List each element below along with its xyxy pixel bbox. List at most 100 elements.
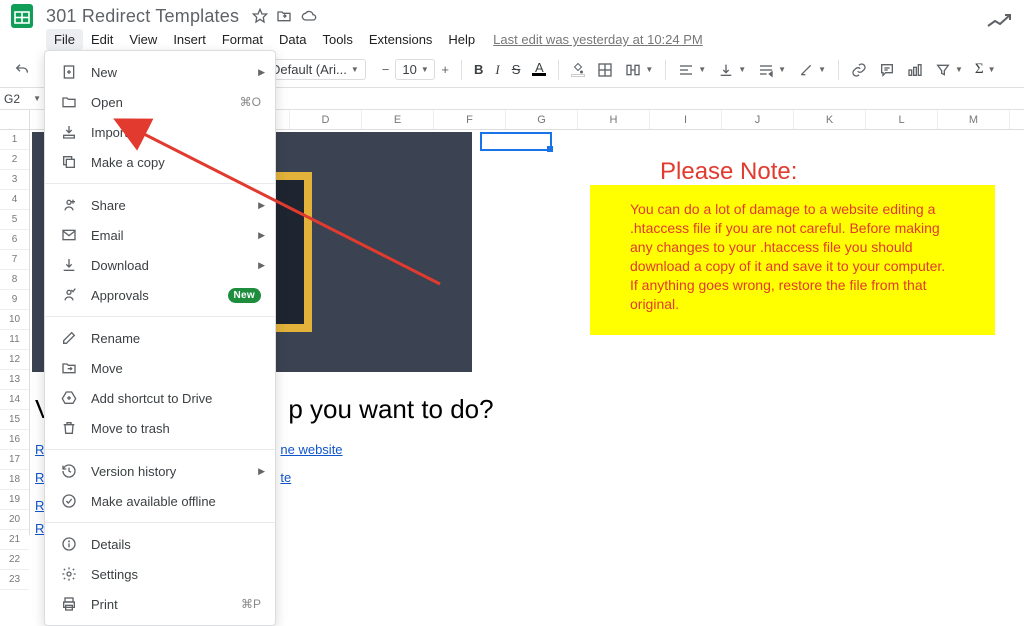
row-header[interactable]: 15 xyxy=(0,410,29,430)
undo-button[interactable] xyxy=(9,58,35,82)
chart-button[interactable] xyxy=(902,58,928,82)
row-header[interactable]: 11 xyxy=(0,330,29,350)
star-icon[interactable] xyxy=(252,8,270,24)
row-header[interactable]: 7 xyxy=(0,250,29,270)
separator xyxy=(45,449,275,450)
name-box-value: G2 xyxy=(4,92,20,106)
row-header[interactable]: 23 xyxy=(0,570,29,590)
valign-button[interactable]: ▼ xyxy=(713,58,751,82)
row-header[interactable]: 5 xyxy=(0,210,29,230)
row-header[interactable]: 1 xyxy=(0,130,29,150)
row-header[interactable]: 4 xyxy=(0,190,29,210)
col-header[interactable]: J xyxy=(722,110,794,129)
menu-tools[interactable]: Tools xyxy=(314,29,360,50)
menu-share[interactable]: Share ▶ xyxy=(45,190,275,220)
menu-format[interactable]: Format xyxy=(214,29,271,50)
bold-button[interactable]: B xyxy=(469,58,488,81)
col-header[interactable]: M xyxy=(938,110,1010,129)
font-selector[interactable]: Default (Ari...▼ xyxy=(264,59,366,80)
menu-offline[interactable]: Make available offline xyxy=(45,486,275,516)
col-header[interactable]: I xyxy=(650,110,722,129)
cloud-status-icon[interactable] xyxy=(300,8,318,24)
move-folder-icon[interactable] xyxy=(276,8,294,24)
row-header[interactable]: 16 xyxy=(0,430,29,450)
menu-item-label: Rename xyxy=(91,331,261,346)
menu-download[interactable]: Download ▶ xyxy=(45,250,275,280)
wrap-button[interactable]: ▼ xyxy=(753,58,791,82)
menu-extensions[interactable]: Extensions xyxy=(361,29,441,50)
activity-icon[interactable] xyxy=(986,12,1014,30)
menu-print[interactable]: Print ⌘P xyxy=(45,589,275,619)
menu-make-copy[interactable]: Make a copy xyxy=(45,147,275,177)
row-header[interactable]: 6 xyxy=(0,230,29,250)
col-header[interactable]: L xyxy=(866,110,938,129)
row-header[interactable]: 12 xyxy=(0,350,29,370)
chevron-down-icon: ▼ xyxy=(421,65,429,74)
menu-help[interactable]: Help xyxy=(440,29,483,50)
row-header[interactable]: 18 xyxy=(0,470,29,490)
menu-item-label: Import xyxy=(91,125,261,140)
cell-link[interactable]: R xyxy=(35,498,44,513)
strike-button[interactable]: S xyxy=(507,58,526,81)
row-header[interactable]: 10 xyxy=(0,310,29,330)
menu-item-label: Make a copy xyxy=(91,155,261,170)
menu-new[interactable]: New ▶ xyxy=(45,57,275,87)
merge-button[interactable]: ▼ xyxy=(620,58,658,82)
menu-version-history[interactable]: Version history ▶ xyxy=(45,456,275,486)
select-all-corner[interactable] xyxy=(0,110,29,130)
menu-add-shortcut[interactable]: Add shortcut to Drive xyxy=(45,383,275,413)
email-icon xyxy=(59,227,79,243)
menu-rename[interactable]: Rename xyxy=(45,323,275,353)
col-header[interactable]: K xyxy=(794,110,866,129)
row-header[interactable]: 22 xyxy=(0,550,29,570)
row-header[interactable]: 20 xyxy=(0,510,29,530)
col-header[interactable]: G xyxy=(506,110,578,129)
menu-trash[interactable]: Move to trash xyxy=(45,413,275,443)
menu-item-label: Open xyxy=(91,95,240,110)
text-color-button[interactable]: A xyxy=(527,59,551,80)
menu-approvals[interactable]: Approvals New xyxy=(45,280,275,310)
rotate-button[interactable]: ▼ xyxy=(793,58,831,82)
col-header[interactable]: H xyxy=(578,110,650,129)
menu-edit[interactable]: Edit xyxy=(83,29,121,50)
menu-open[interactable]: Open ⌘O xyxy=(45,87,275,117)
menu-email[interactable]: Email ▶ xyxy=(45,220,275,250)
menu-file[interactable]: File xyxy=(46,29,83,50)
filter-button[interactable]: ▼ xyxy=(930,58,968,82)
row-header[interactable]: 2 xyxy=(0,150,29,170)
menu-settings[interactable]: Settings xyxy=(45,559,275,589)
row-header[interactable]: 8 xyxy=(0,270,29,290)
font-size-input[interactable]: 10▼ xyxy=(395,59,435,80)
menu-view[interactable]: View xyxy=(121,29,165,50)
fill-color-button[interactable] xyxy=(566,58,590,81)
menu-item-label: Details xyxy=(91,537,261,552)
functions-button[interactable]: Σ▼ xyxy=(970,57,1001,82)
font-size-inc[interactable]: + xyxy=(436,58,454,81)
row-header[interactable]: 14 xyxy=(0,390,29,410)
halign-button[interactable]: ▼ xyxy=(673,58,711,82)
last-edit-link[interactable]: Last edit was yesterday at 10:24 PM xyxy=(493,32,703,47)
menu-insert[interactable]: Insert xyxy=(165,29,214,50)
separator xyxy=(838,60,839,80)
row-header[interactable]: 13 xyxy=(0,370,29,390)
row-header[interactable]: 9 xyxy=(0,290,29,310)
row-header[interactable]: 17 xyxy=(0,450,29,470)
name-box[interactable]: G2▼ xyxy=(0,92,46,106)
col-header[interactable]: E xyxy=(362,110,434,129)
row-header[interactable]: 21 xyxy=(0,530,29,550)
borders-button[interactable] xyxy=(592,58,618,82)
col-header[interactable]: F xyxy=(434,110,506,129)
row-header[interactable]: 3 xyxy=(0,170,29,190)
menu-move[interactable]: Move xyxy=(45,353,275,383)
chevron-down-icon: ▼ xyxy=(988,65,996,74)
menu-import[interactable]: Import xyxy=(45,117,275,147)
link-button[interactable] xyxy=(846,58,872,82)
col-header[interactable]: D xyxy=(290,110,362,129)
document-title[interactable]: 301 Redirect Templates xyxy=(46,6,239,27)
font-size-dec[interactable]: − xyxy=(377,58,395,81)
menu-data[interactable]: Data xyxy=(271,29,314,50)
italic-button[interactable]: I xyxy=(490,58,504,82)
row-header[interactable]: 19 xyxy=(0,490,29,510)
comment-button[interactable] xyxy=(874,58,900,82)
menu-details[interactable]: Details xyxy=(45,529,275,559)
